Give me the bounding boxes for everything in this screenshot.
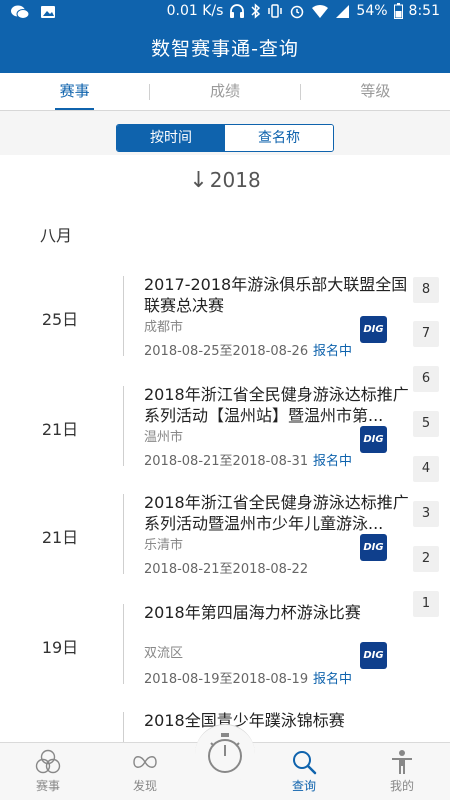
- dig-logo-icon: DIG: [360, 426, 387, 453]
- nav-label: 赛事: [35, 779, 60, 793]
- wifi-icon: [312, 4, 329, 18]
- divider-line: [123, 604, 124, 684]
- tab-results[interactable]: 成绩: [150, 73, 299, 110]
- month-index-item[interactable]: 6: [413, 366, 439, 392]
- event-day: 21日: [41, 420, 79, 439]
- bluetooth-icon: [251, 3, 261, 19]
- page-title: 数智赛事通-查询: [151, 38, 299, 60]
- circles-icon: [35, 749, 61, 774]
- signal-icon: [336, 4, 350, 18]
- by-name-button[interactable]: 查名称: [225, 125, 333, 151]
- network-speed: 0.01 K/s: [166, 3, 224, 19]
- arrow-down-icon: ↓: [189, 168, 208, 193]
- event-location: 乐清市: [144, 538, 184, 553]
- dig-logo-icon: DIG: [360, 642, 387, 669]
- divider-line: [123, 386, 124, 466]
- filter-area: 按时间 查名称: [0, 111, 450, 155]
- divider-line: [123, 494, 124, 574]
- stopwatch-icon: [208, 733, 242, 773]
- month-label: 八月: [40, 226, 73, 245]
- wechat-icon: [11, 5, 30, 19]
- event-row[interactable]: 21日 2018年浙江省全民健身游泳达标推广系列活动【温州站】暨温州市第... …: [0, 376, 410, 476]
- event-status: 报名中: [313, 672, 353, 687]
- nav-events[interactable]: 赛事: [8, 743, 88, 800]
- vibrate-icon: [268, 4, 283, 18]
- tab-events[interactable]: 赛事: [0, 73, 149, 110]
- infinity-icon: [133, 756, 157, 768]
- event-location: 温州市: [144, 430, 184, 445]
- person-icon: [392, 750, 412, 774]
- status-left: [10, 4, 56, 20]
- event-day: 25日: [41, 310, 79, 329]
- image-icon: [41, 6, 55, 18]
- year-header[interactable]: ↓ 2018: [0, 168, 450, 193]
- nav-discover[interactable]: 发现: [105, 743, 185, 800]
- event-title: 2018年浙江省全民健身游泳达标推广系列活动【温州站】暨温州市第...: [144, 385, 409, 425]
- top-bar: 0.01 K/s 54% 8:51 数智赛事通-查询: [0, 0, 450, 73]
- nav-label: 发现: [132, 779, 157, 793]
- tab-level[interactable]: 等级: [301, 73, 450, 110]
- event-location: 双流区: [144, 646, 184, 661]
- divider-line: [123, 712, 124, 742]
- dig-logo-icon: DIG: [360, 534, 387, 561]
- nav-label: 我的: [389, 779, 414, 793]
- by-time-button[interactable]: 按时间: [117, 125, 225, 151]
- event-row[interactable]: 25日 2017-2018年游泳俱乐部大联盟全国联赛总决赛 成都市 2018-0…: [0, 266, 410, 366]
- nav-search[interactable]: 查询: [264, 743, 344, 800]
- month-index-item[interactable]: 5: [413, 411, 439, 437]
- event-title: 2018年浙江省全民健身游泳达标推广系列活动暨温州市少年儿童游泳...: [144, 493, 409, 533]
- battery-level: 54%: [356, 3, 388, 19]
- event-title: 2018年第四届海力杯游泳比赛: [144, 603, 361, 622]
- event-row[interactable]: 21日 2018年浙江省全民健身游泳达标推广系列活动暨温州市少年儿童游泳... …: [0, 484, 410, 584]
- search-mode-toggle: 按时间 查名称: [116, 124, 334, 152]
- month-index-item[interactable]: 1: [413, 591, 439, 617]
- event-status: 报名中: [313, 454, 353, 469]
- battery-icon: [393, 3, 403, 19]
- headphones-icon: [230, 4, 245, 18]
- event-status: 报名中: [313, 344, 353, 359]
- month-index-item[interactable]: 3: [413, 501, 439, 527]
- month-index-item[interactable]: 7: [413, 321, 439, 347]
- status-right: 0.01 K/s 54% 8:51: [167, 3, 440, 19]
- tab-bar: 赛事 成绩 等级: [0, 73, 450, 111]
- clock: 8:51: [408, 3, 440, 19]
- year-label: 2018: [209, 168, 261, 192]
- dig-logo-icon: DIG: [360, 316, 387, 343]
- event-title: 2018全国青少年蹼泳锦标赛: [144, 711, 345, 730]
- month-index-item[interactable]: 8: [413, 277, 439, 303]
- nav-label: 查询: [291, 779, 316, 793]
- status-bar: 0.01 K/s 54% 8:51: [0, 0, 450, 28]
- event-dates: 2018-08-21至2018-08-31: [144, 454, 309, 469]
- event-location: 成都市: [144, 320, 184, 335]
- timer-button[interactable]: [195, 724, 255, 784]
- event-dates: 2018-08-21至2018-08-22: [144, 562, 309, 577]
- event-row[interactable]: 19日 2018年第四届海力杯游泳比赛 双流区 2018-08-19至2018-…: [0, 594, 410, 694]
- divider-line: [123, 276, 124, 356]
- event-day: 21日: [41, 528, 79, 547]
- alarm-icon: [291, 5, 304, 19]
- event-dates: 2018-08-25至2018-08-26: [144, 344, 309, 359]
- month-index-item[interactable]: 4: [413, 456, 439, 482]
- month-index-item[interactable]: 2: [413, 546, 439, 572]
- event-day: 19日: [41, 638, 79, 657]
- search-icon: [293, 751, 317, 775]
- nav-mine[interactable]: 我的: [362, 743, 442, 800]
- event-title: 2017-2018年游泳俱乐部大联盟全国联赛总决赛: [144, 275, 408, 315]
- event-dates: 2018-08-19至2018-08-19: [144, 672, 309, 687]
